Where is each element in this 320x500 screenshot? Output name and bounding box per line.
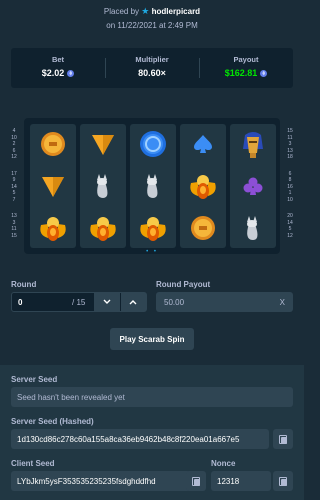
cat-statue-icon xyxy=(130,166,176,206)
multiplier-value: 80.60× xyxy=(138,68,166,78)
round-stepper: / 15 xyxy=(11,292,147,312)
copy-icon xyxy=(279,476,287,486)
blue-ring-icon xyxy=(130,124,176,164)
payout-value: $162.81 xyxy=(224,68,258,78)
nonce-label: Nonce xyxy=(211,459,236,468)
payline-number: 12 xyxy=(11,154,17,160)
round-payout-value: 50.00 xyxy=(164,297,185,307)
spade-icon xyxy=(180,124,226,164)
scarab-icon xyxy=(130,208,176,248)
chevron-up-icon xyxy=(129,300,137,305)
payout-label: Payout xyxy=(233,55,259,64)
star-icon: ★ xyxy=(141,6,150,16)
nonce-field[interactable]: 12318 xyxy=(211,471,271,491)
close-icon: X xyxy=(279,297,285,307)
reel-column xyxy=(130,124,176,248)
copy-hashed-seed-button[interactable] xyxy=(273,429,293,449)
round-label: Round xyxy=(11,280,37,289)
gold-coin-icon xyxy=(180,208,226,248)
bet-stats-panel: Bet $2.02 Multiplier 80.60× Payout $162.… xyxy=(11,48,293,88)
round-input[interactable] xyxy=(12,297,72,307)
payline-number: 7 xyxy=(12,196,16,203)
bet-date: on 11/22/2021 at 2:49 PM xyxy=(106,21,198,30)
client-seed-field[interactable]: LYbJkm5ysF353535235235fsdghddfhd xyxy=(11,471,190,491)
left-payline-numbers: 4 10 2 6 12 17 9 14 5 7 13 3 11 15 xyxy=(8,128,20,239)
right-payline-numbers: 15 11 3 13 18 6 8 16 1 10 20 14 5 12 xyxy=(284,128,296,239)
payline-number: 15 xyxy=(11,232,17,239)
cat-statue-icon xyxy=(80,166,126,206)
payout-stat: Payout $162.81 xyxy=(199,48,293,88)
slot-board xyxy=(24,118,280,254)
reel-column xyxy=(80,124,126,248)
seed-panel: Server Seed Seed hasn't been revealed ye… xyxy=(0,365,304,500)
scarab-icon xyxy=(30,208,76,248)
payline-number: 10 xyxy=(287,196,293,203)
scarab-icon xyxy=(180,166,226,206)
bet-stat: Bet $2.02 xyxy=(11,48,105,88)
server-seed-field: Seed hasn't been revealed yet xyxy=(11,387,293,407)
chevron-down-icon xyxy=(103,299,111,304)
bet-header: Placed by ★ hodlerpicard on 11/22/2021 a… xyxy=(0,0,304,40)
server-seed-label: Server Seed xyxy=(11,375,58,384)
copy-client-seed-button[interactable] xyxy=(186,471,206,491)
eth-coin-icon xyxy=(260,69,268,77)
payline-number: 18 xyxy=(287,154,293,160)
pharaoh-mask-icon xyxy=(230,124,276,164)
client-seed-label: Client Seed xyxy=(11,459,55,468)
cat-statue-icon xyxy=(230,208,276,248)
multiplier-label: Multiplier xyxy=(135,55,169,64)
reel-column xyxy=(30,124,76,248)
multiplier-stat: Multiplier 80.60× xyxy=(105,48,199,88)
round-payout-label: Round Payout xyxy=(156,280,211,289)
bet-label: Bet xyxy=(51,55,65,64)
pyramid-icon xyxy=(30,166,76,206)
play-scarab-spin-button[interactable]: Play Scarab Spin xyxy=(110,328,194,350)
reel-column xyxy=(180,124,226,248)
username-link[interactable]: hodlerpicard xyxy=(152,7,200,16)
round-total: / 15 xyxy=(72,297,86,307)
placed-by-line: Placed by ★ hodlerpicard xyxy=(0,6,304,17)
round-payout-field: 50.00 X xyxy=(156,292,293,312)
round-increment-button[interactable] xyxy=(120,293,146,311)
club-icon xyxy=(230,166,276,206)
reel-column xyxy=(230,124,276,248)
pyramid-icon xyxy=(80,124,126,164)
payline-number: 12 xyxy=(287,232,293,239)
bet-value: $2.02 xyxy=(41,68,65,78)
placed-by-label: Placed by xyxy=(103,7,140,16)
server-seed-hashed-label: Server Seed (Hashed) xyxy=(11,417,94,426)
scarab-icon xyxy=(80,208,126,248)
eth-coin-icon xyxy=(67,69,75,77)
copy-icon xyxy=(192,476,200,486)
server-seed-hashed-field[interactable]: 1d130cd86c278c60a155a8ca36eb9462b48c8f22… xyxy=(11,429,269,449)
round-decrement-button[interactable] xyxy=(94,293,120,311)
copy-nonce-button[interactable] xyxy=(273,471,293,491)
copy-icon xyxy=(279,434,287,444)
reel-indicator: • • xyxy=(146,249,158,255)
gold-coin-icon xyxy=(30,124,76,164)
